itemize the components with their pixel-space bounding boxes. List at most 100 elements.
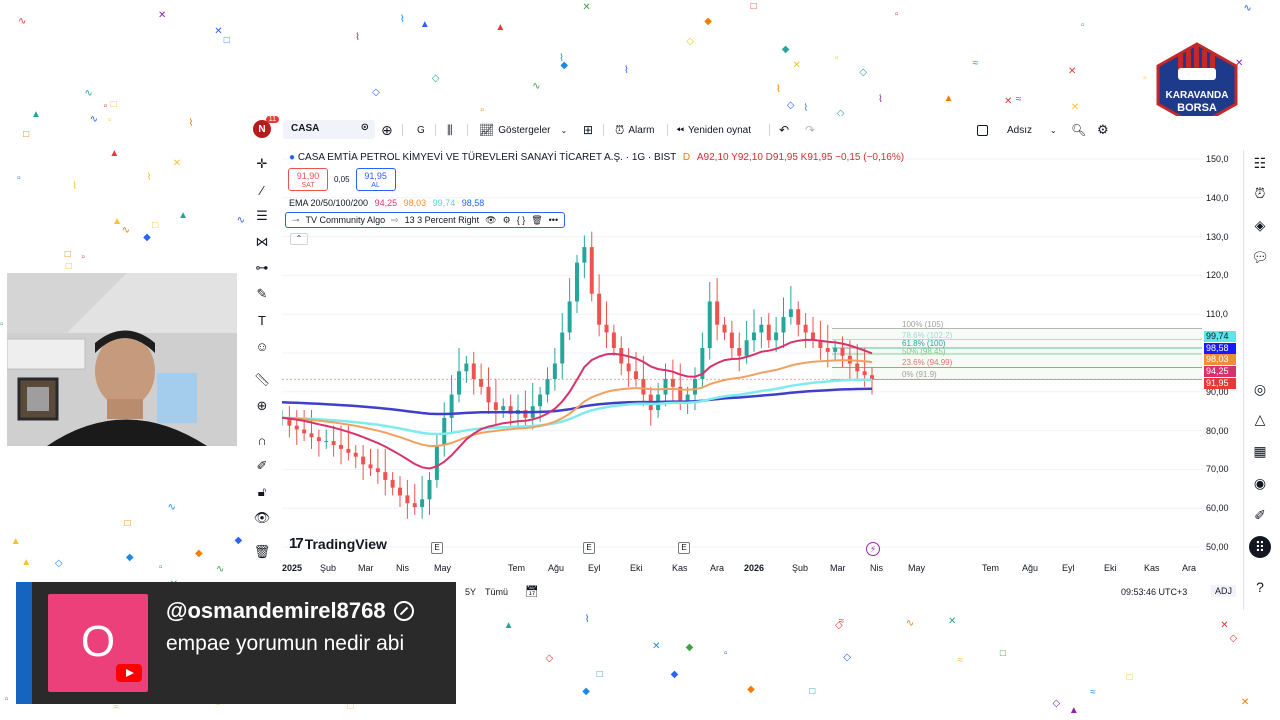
price-axis-tick: 70,00 (1206, 464, 1229, 475)
projection-icon[interactable]: ⊶ (252, 258, 272, 278)
price-tag-ema100: 99,74 (1204, 331, 1236, 342)
adj-button[interactable]: ADJ (1211, 585, 1237, 597)
candle-body (663, 379, 668, 395)
confetti-piece: ✕ (1004, 96, 1013, 108)
candle-body (641, 379, 646, 395)
candle-body (774, 332, 779, 341)
apps-grid-icon[interactable]: ⠿ (1249, 536, 1271, 558)
alarm-clock-icon[interactable]: ⏰︎ (1249, 182, 1271, 204)
candle-body (788, 309, 793, 317)
confetti-piece: ◆ (747, 683, 755, 695)
candle-body (589, 247, 594, 294)
signal-icon[interactable]: ◉ (1249, 472, 1271, 494)
confetti-piece: ◆ (125, 552, 134, 564)
confetti-piece: □ (750, 1, 757, 13)
webcam-feed (7, 273, 237, 446)
eye-icon[interactable]: 👁︎ (485, 215, 496, 226)
range-5y-button[interactable]: 5Y (465, 587, 476, 597)
confetti-piece: ✕ (582, 1, 591, 13)
brush-icon[interactable]: ✎ (252, 284, 272, 304)
triangle-icon[interactable]: △ (1249, 408, 1271, 430)
redo-icon[interactable]: ↷ (805, 119, 815, 141)
tradingview-logo[interactable]: 17 TradingView (289, 535, 387, 552)
delete-icon[interactable]: 🗑︎ (531, 215, 542, 226)
confetti-piece: ⌇ (623, 65, 629, 77)
confetti-piece: ▲ (495, 21, 506, 33)
confetti-piece: ⌇ (399, 14, 405, 26)
templates-icon[interactable]: ⊞ (583, 119, 593, 141)
flash-event-icon[interactable]: ⚡︎ (866, 542, 880, 556)
confetti-piece: ✕ (792, 60, 801, 72)
eye-icon[interactable]: ⊙ (361, 122, 369, 133)
layout-name-button[interactable]: Adsız ⌄ (1007, 119, 1057, 141)
candle-body (442, 417, 447, 445)
candle-body (486, 386, 491, 403)
trash-icon[interactable]: 🗑︎ (252, 542, 272, 562)
collapse-legend-button[interactable]: ⌃ (290, 233, 308, 245)
settings-icon[interactable]: ⚙ (503, 215, 511, 226)
symbol-search[interactable]: CASA ⊙ (283, 120, 375, 139)
more-icon[interactable]: ••• (549, 215, 558, 225)
candle-body (427, 479, 432, 500)
clock-readout[interactable]: 09:53:46 UTC+3 (1121, 587, 1187, 597)
time-axis-tick: 2026 (744, 563, 765, 573)
indicator-toggle-icon[interactable]: ⊸ (292, 215, 300, 226)
pattern-icon[interactable]: ⋈ (252, 232, 272, 252)
confetti-piece: ✕ (1240, 697, 1250, 709)
candle-body (316, 437, 321, 442)
lock-icon[interactable]: 🔓︎ (252, 482, 272, 502)
fib-tool-icon[interactable]: ☰ (252, 206, 272, 226)
undo-icon[interactable]: ↶ (779, 119, 789, 141)
candle-type-icon[interactable]: ⫼ (447, 119, 453, 141)
sell-button[interactable]: 91,90 SAT (288, 168, 328, 191)
help-icon[interactable]: ? (1249, 576, 1271, 598)
interval-button[interactable]: G (417, 119, 425, 141)
ruler-icon[interactable]: 📏︎ (252, 370, 272, 390)
target-icon[interactable]: ◎ (1249, 378, 1271, 400)
magnet-icon[interactable]: ∩ (252, 430, 272, 450)
settings-gear-icon[interactable]: ⚙ (1097, 119, 1109, 141)
time-axis[interactable]: 2025 Şub Mar Nis May Tem Ağu Eyl Eki Kas Ara 2026 Şu… (282, 560, 1202, 576)
earnings-marker[interactable]: E (583, 542, 595, 554)
zoom-in-icon[interactable]: ⊕ (252, 396, 272, 416)
spread-value: 0,05 (334, 175, 350, 184)
ema-legend[interactable]: EMA 20/50/100/200 94,25 98,03 99,74 98,5… (289, 198, 484, 208)
replay-button[interactable]: ⏪︎ Yeniden oynat (676, 119, 751, 141)
confetti-piece: ▫ (17, 173, 21, 185)
text-tool-icon[interactable]: T (252, 310, 272, 330)
trendline-icon[interactable]: ⁄ (252, 180, 272, 200)
range-all-button[interactable]: Tümü (485, 587, 508, 597)
fib-level-236: 23.6% (94.99) (902, 358, 953, 367)
pen-icon[interactable]: ✐ (1249, 504, 1271, 526)
candle-body (353, 452, 358, 457)
emoji-icon[interactable]: ☺ (252, 336, 272, 356)
candle-body (715, 301, 720, 325)
time-axis-tick: Eyl (1062, 563, 1075, 573)
buy-button[interactable]: 91,95 AL (355, 168, 396, 191)
confetti-piece: ✕ (1070, 102, 1080, 114)
crosshair-icon[interactable]: ✛ (252, 154, 272, 174)
source-code-icon[interactable]: { } (517, 215, 526, 225)
svg-text:KARAVANDA: KARAVANDA (1166, 90, 1229, 101)
time-axis-tick: Ara (1182, 563, 1197, 573)
earnings-marker[interactable]: E (678, 542, 690, 554)
indicators-button[interactable]: 📈︎ Göstergeler ⌄ (479, 119, 567, 141)
watchlist-icon[interactable]: ☷ (1249, 152, 1271, 174)
eye-icon[interactable]: 👁︎ (252, 508, 272, 528)
layers-icon[interactable]: ◈ (1249, 214, 1271, 236)
calendar-icon[interactable]: 📅︎ (525, 585, 539, 598)
chat-icon[interactable]: 💬︎ (1249, 246, 1271, 268)
earnings-marker[interactable]: E (431, 542, 443, 554)
zoom-search-icon[interactable]: 🔍︎ (1071, 119, 1086, 141)
alarm-button[interactable]: ⏰︎ Alarm (615, 119, 655, 141)
algo-indicator-legend[interactable]: ⊸ TV Community Algo ⇨ 13 3 Percent Right… (285, 212, 566, 228)
price-tag-ema50: 98,03 (1204, 354, 1236, 365)
draw-lock-pencil-icon[interactable]: ✐ (252, 456, 272, 476)
calendar-icon[interactable]: ▦ (1249, 440, 1271, 462)
candle-body (302, 429, 307, 434)
confetti-piece: □ (999, 648, 1006, 660)
layout-square-icon[interactable] (977, 119, 988, 141)
candle-body (759, 324, 764, 333)
user-avatar[interactable]: N 11 (253, 116, 279, 138)
compare-add-icon[interactable]: ⊕ (381, 119, 393, 141)
